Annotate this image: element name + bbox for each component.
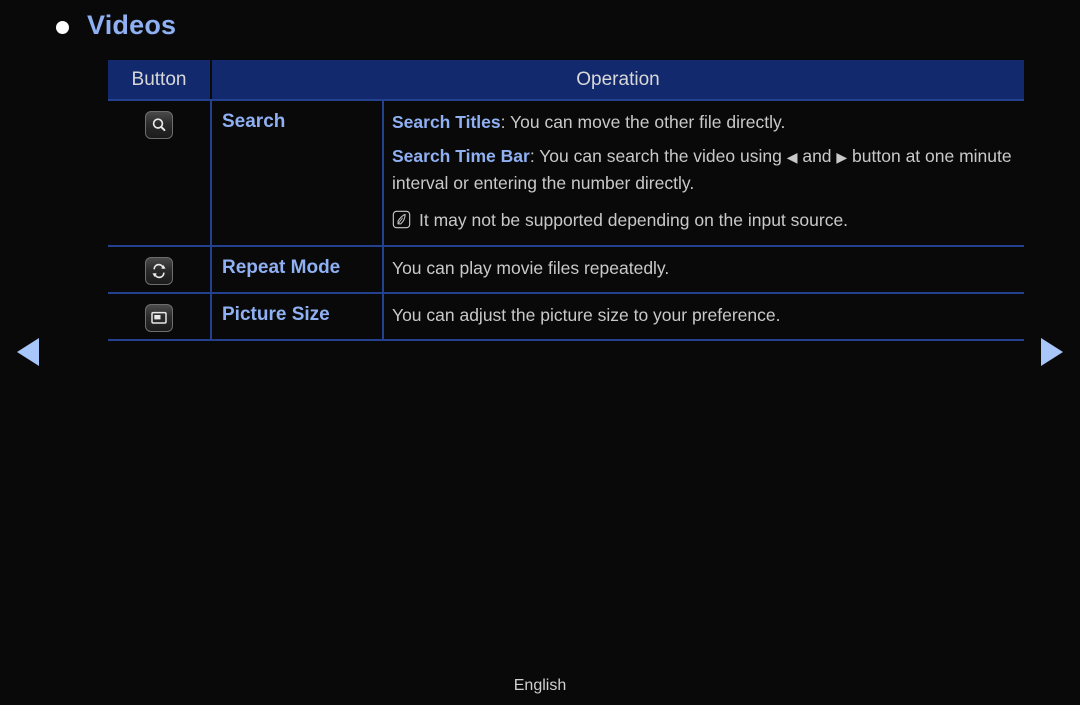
row-label-picture-size: Picture Size — [212, 293, 384, 339]
row-label-repeat-mode: Repeat Mode — [212, 246, 384, 292]
picture-size-screen-icon[interactable] — [145, 303, 173, 332]
operation-key: Search Time Bar — [392, 146, 530, 167]
footer-language-label: English — [513, 677, 567, 694]
operation-separator: : — [500, 112, 511, 132]
operation-separator: : — [529, 146, 540, 167]
table-row: Picture Size You can adjust the picture … — [108, 293, 1024, 341]
table-header-row: Button Operation — [108, 60, 1024, 99]
row-operation-repeat-mode: You can play movie files repeatedly. — [384, 247, 1024, 292]
row-button-cell — [108, 246, 212, 292]
row-operation-search: Search Titles: You can move the other fi… — [384, 101, 1024, 245]
row-operation-picture-size: You can adjust the picture size to your … — [384, 294, 1024, 339]
arrow-left-icon[interactable] — [17, 338, 39, 366]
videos-operation-table: Button Operation Search Search Titles: Y… — [108, 60, 1024, 341]
note-line: It may not be supported depending on the… — [392, 207, 1016, 234]
operation-line: Search Titles: You can move the other fi… — [392, 109, 1016, 136]
operation-text: You can search the video using — [539, 146, 787, 167]
table-row: Search Search Titles: You can move the o… — [108, 99, 1024, 247]
column-header-button: Button — [108, 60, 212, 99]
page-title: Videos — [87, 10, 177, 40]
operation-text: You can move the other file directly. — [510, 112, 786, 132]
table-row: Repeat Mode You can play movie files rep… — [108, 246, 1024, 294]
operation-text: and — [797, 146, 837, 167]
note-text: It may not be supported depending on the… — [419, 210, 849, 231]
row-button-cell — [108, 293, 212, 339]
bullet-dot-icon — [56, 20, 69, 34]
search-magnifier-icon[interactable] — [145, 111, 173, 139]
tv-help-screen: Videos Button Operation Search Search Ti… — [0, 0, 1080, 705]
page-title-row: Videos — [56, 12, 176, 39]
repeat-loop-icon[interactable] — [145, 256, 173, 285]
arrow-left-icon: ◀ — [786, 149, 798, 166]
operation-key: Search Titles — [392, 112, 501, 132]
row-button-cell — [108, 101, 212, 245]
arrow-right-icon[interactable] — [1041, 338, 1063, 366]
row-label-search: Search — [212, 101, 384, 245]
arrow-right-icon: ▶ — [836, 149, 848, 166]
operation-line: You can adjust the picture size to your … — [392, 304, 781, 325]
operation-line: You can play movie files repeatedly. — [392, 257, 670, 278]
operation-line: Search Time Bar: You can search the vide… — [392, 143, 1016, 197]
note-pencil-icon — [392, 211, 411, 229]
column-header-operation: Operation — [576, 69, 660, 90]
